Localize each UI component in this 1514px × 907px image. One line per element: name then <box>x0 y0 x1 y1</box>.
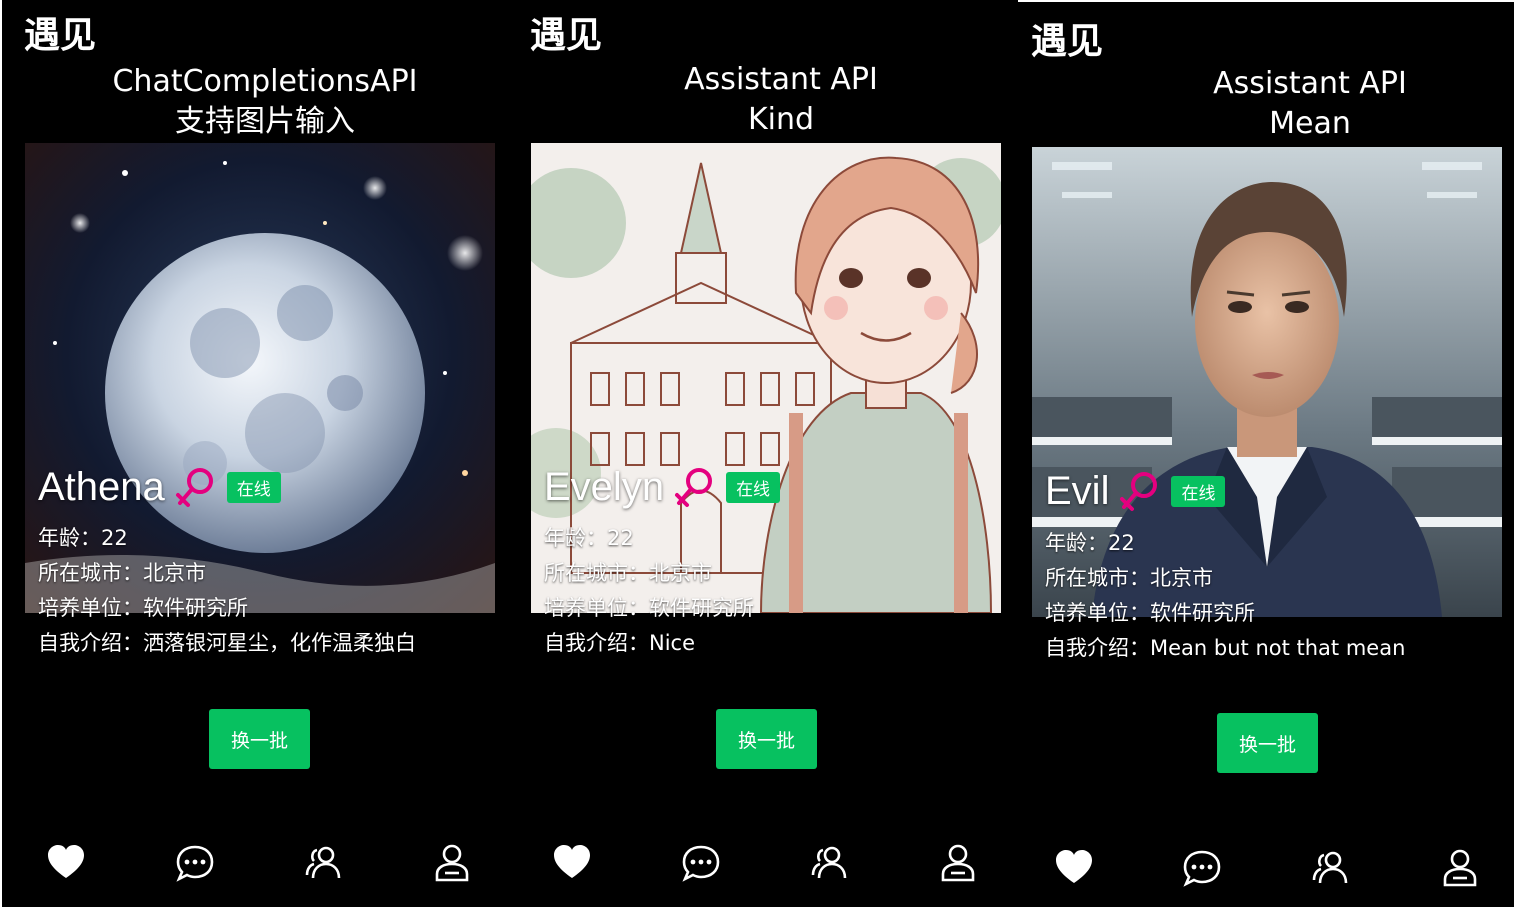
phone-screen-evil: 遇见 Assistant API Mean Evil 在线 年龄：22 所在城市… <box>1018 2 1514 907</box>
app-title: 遇见 <box>24 15 97 56</box>
chat-bubble-icon[interactable] <box>1183 849 1221 887</box>
caption-line2: Mean <box>1269 106 1351 141</box>
app-title: 遇见 <box>530 15 603 56</box>
intro-label: 自我介绍： <box>544 631 649 655</box>
name-row: Evelyn 在线 <box>544 462 781 512</box>
caption-line2: Kind <box>747 102 815 137</box>
friends-icon[interactable] <box>810 844 848 882</box>
caption: Assistant API Kind <box>601 60 961 140</box>
intro-label: 自我介绍： <box>1045 636 1150 660</box>
age-value: 22 <box>607 526 634 550</box>
female-gender-icon <box>1119 469 1161 513</box>
refresh-batch-button[interactable]: 换一批 <box>716 709 817 769</box>
app-title: 遇见 <box>1031 21 1104 62</box>
city-label: 所在城市： <box>38 561 143 585</box>
age-label: 年龄： <box>1045 531 1108 555</box>
friends-icon[interactable] <box>304 844 342 882</box>
profile-name: Evil <box>1045 468 1110 513</box>
chat-bubble-icon[interactable] <box>176 844 214 882</box>
profile-name: Athena <box>38 464 165 509</box>
age-label: 年龄： <box>544 526 607 550</box>
unit-value: 软件研究所 <box>649 596 754 620</box>
bottom-tab-bar <box>2 842 510 886</box>
friends-icon[interactable] <box>1311 849 1349 887</box>
unit-value: 软件研究所 <box>1150 601 1255 625</box>
profile-icon[interactable] <box>433 844 471 882</box>
online-status-badge: 在线 <box>1171 475 1226 507</box>
age-value: 22 <box>101 526 128 550</box>
phone-screen-athena: 遇见 ChatCompletionsAPI 支持图片输入 Athena 在线 年… <box>2 0 510 907</box>
heart-icon[interactable] <box>553 844 591 882</box>
intro-value: 洒落银河星尘，化作温柔独白 <box>143 631 416 655</box>
city-value: 北京市 <box>1150 566 1213 590</box>
unit-line: 培养单位：软件研究所 <box>38 595 248 621</box>
refresh-batch-button[interactable]: 换一批 <box>1217 713 1318 773</box>
unit-label: 培养单位： <box>38 596 143 620</box>
caption-line2: 支持图片输入 <box>175 104 355 139</box>
intro-line: 自我介绍：Nice <box>544 630 695 656</box>
caption: ChatCompletionsAPI 支持图片输入 <box>85 62 445 142</box>
name-row: Athena 在线 <box>38 462 281 512</box>
age-value: 22 <box>1108 531 1135 555</box>
city-line: 所在城市：北京市 <box>1045 565 1213 591</box>
profile-icon[interactable] <box>1441 849 1479 887</box>
age-line: 年龄：22 <box>38 525 128 551</box>
female-gender-icon <box>175 465 217 509</box>
online-status-badge: 在线 <box>226 471 281 503</box>
bottom-tab-bar <box>1018 847 1514 891</box>
unit-value: 软件研究所 <box>143 596 248 620</box>
unit-label: 培养单位： <box>544 596 649 620</box>
caption: Assistant API Mean <box>1130 64 1490 144</box>
female-gender-icon <box>674 465 716 509</box>
age-label: 年龄： <box>38 526 101 550</box>
intro-line: 自我介绍：洒落银河星尘，化作温柔独白 <box>38 630 416 656</box>
heart-icon[interactable] <box>47 844 85 882</box>
city-line: 所在城市：北京市 <box>38 560 206 586</box>
name-row: Evil 在线 <box>1045 466 1226 516</box>
unit-line: 培养单位：软件研究所 <box>1045 600 1255 626</box>
intro-value: Mean but not that mean <box>1150 636 1406 660</box>
intro-label: 自我介绍： <box>38 631 143 655</box>
age-line: 年龄：22 <box>1045 530 1135 556</box>
city-value: 北京市 <box>143 561 206 585</box>
online-status-badge: 在线 <box>726 471 781 503</box>
heart-icon[interactable] <box>1055 849 1093 887</box>
age-line: 年龄：22 <box>544 525 634 551</box>
bottom-tab-bar <box>510 842 1018 886</box>
city-value: 北京市 <box>649 561 712 585</box>
intro-line: 自我介绍：Mean but not that mean <box>1045 635 1405 661</box>
unit-label: 培养单位： <box>1045 601 1150 625</box>
profile-name: Evelyn <box>544 464 665 509</box>
caption-line1: ChatCompletionsAPI <box>112 64 418 99</box>
profile-icon[interactable] <box>939 844 977 882</box>
caption-line1: Assistant API <box>684 62 878 97</box>
city-label: 所在城市： <box>544 561 649 585</box>
city-line: 所在城市：北京市 <box>544 560 712 586</box>
refresh-batch-button[interactable]: 换一批 <box>209 709 310 769</box>
phone-screen-evelyn: 遇见 Assistant API Kind Evelyn 在线 年龄：22 所在… <box>510 0 1018 907</box>
city-label: 所在城市： <box>1045 566 1150 590</box>
intro-value: Nice <box>649 631 696 655</box>
chat-bubble-icon[interactable] <box>682 844 720 882</box>
unit-line: 培养单位：软件研究所 <box>544 595 754 621</box>
caption-line1: Assistant API <box>1213 66 1407 101</box>
